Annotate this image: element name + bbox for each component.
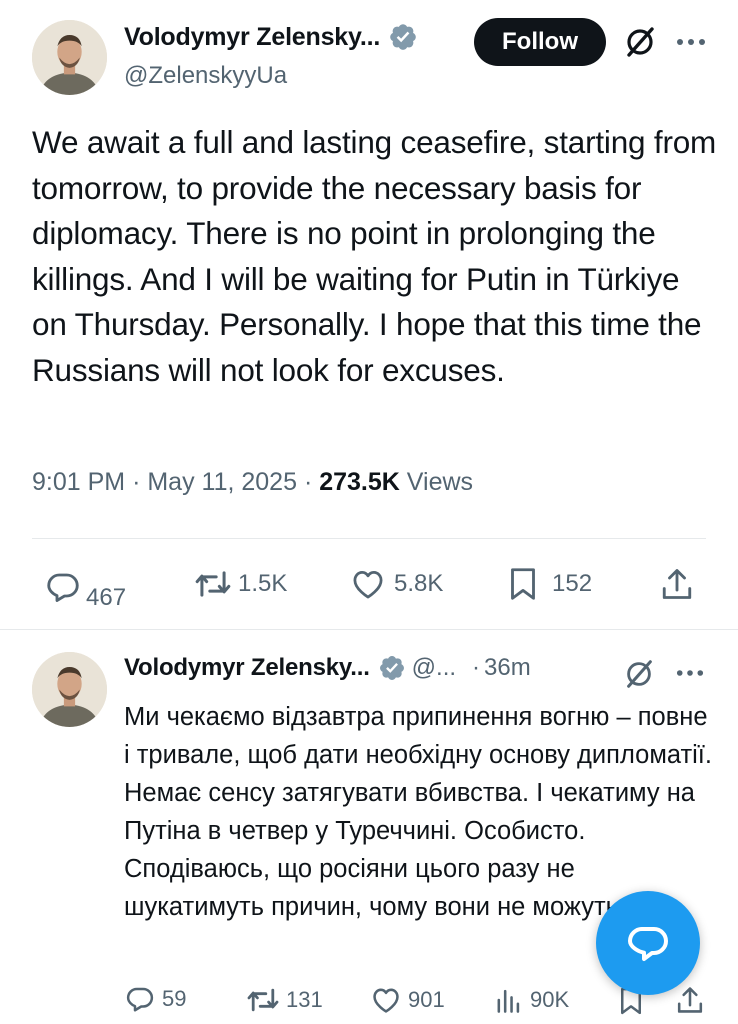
meta-separator: · — [472, 654, 481, 681]
tweet-time[interactable]: 36m — [484, 654, 531, 682]
main-tweet: Volodymyr Zelensky... @ZelenskyyUa Follo… — [0, 0, 738, 628]
like-button[interactable]: 901 — [370, 986, 445, 1014]
views-count[interactable]: 273.5K — [319, 468, 400, 496]
author-handle[interactable]: @... — [412, 654, 456, 682]
tweet-text: We await a full and lasting ceasefire, s… — [32, 124, 717, 388]
avatar-image — [32, 652, 107, 727]
tweet-time[interactable]: 9:01 PM — [32, 468, 125, 496]
retweet-icon — [247, 988, 279, 1012]
verified-icon — [390, 24, 416, 50]
bookmark-count: 152 — [552, 570, 593, 597]
follow-button[interactable]: Follow — [474, 18, 606, 66]
grok-icon[interactable] — [622, 657, 656, 691]
reply-icon — [126, 987, 154, 1012]
share-button[interactable] — [660, 566, 694, 602]
meta-separator: · — [303, 468, 313, 496]
avatar[interactable] — [32, 20, 107, 95]
display-name[interactable]: Volodymyr Zelensky... — [124, 23, 380, 52]
reply-header: Volodymyr Zelensky... @... · 36m — [124, 654, 531, 682]
share-icon — [677, 987, 703, 1013]
like-count: 901 — [408, 987, 445, 1012]
compose-chat-button[interactable] — [596, 891, 700, 995]
views-button[interactable]: 90K — [494, 986, 569, 1014]
tweet-text: Ми чекаємо відзавтра припинення вогню – … — [124, 703, 712, 921]
divider — [32, 538, 706, 539]
grok-icon[interactable] — [622, 24, 658, 60]
views-count: 90K — [530, 987, 570, 1012]
more-icon[interactable] — [674, 659, 706, 687]
bookmark-icon — [511, 568, 535, 600]
author-handle[interactable]: @ZelenskyyUa — [124, 62, 287, 90]
bookmark-button[interactable]: 152 — [508, 566, 592, 602]
repost-count: 1.5K — [238, 570, 288, 597]
reply-count: 467 — [86, 584, 127, 611]
tweet-separator — [0, 629, 738, 630]
reply-icon — [47, 573, 79, 602]
share-button[interactable] — [676, 984, 704, 1016]
avatar[interactable] — [32, 652, 107, 727]
display-name[interactable]: Volodymyr Zelensky... — [124, 654, 370, 682]
author-name-row: Volodymyr Zelensky... — [124, 22, 418, 52]
compose-chat-icon — [628, 927, 668, 961]
more-icon[interactable] — [674, 27, 708, 57]
views-icon — [497, 989, 520, 1013]
repost-count: 131 — [286, 987, 323, 1012]
meta-separator: · — [132, 468, 141, 496]
like-icon — [353, 570, 383, 599]
like-count: 5.8K — [394, 570, 444, 597]
reply-button[interactable]: 59 — [124, 984, 186, 1014]
retweet-icon — [195, 571, 231, 597]
tweet-metadata: 9:01 PM · May 11, 2025 · 273.5K Views — [32, 468, 473, 497]
verified-icon — [379, 656, 404, 680]
repost-button[interactable]: 131 — [246, 986, 323, 1014]
avatar-image — [32, 20, 107, 95]
tweet-date[interactable]: May 11, 2025 — [147, 468, 297, 496]
reply-count: 59 — [162, 986, 187, 1011]
views-label: Views — [406, 468, 474, 496]
like-button[interactable]: 5.8K — [350, 568, 443, 600]
like-icon — [373, 988, 399, 1013]
share-icon — [662, 569, 692, 599]
reply-button[interactable]: 467 — [44, 562, 126, 612]
repost-button[interactable]: 1.5K — [194, 568, 287, 600]
